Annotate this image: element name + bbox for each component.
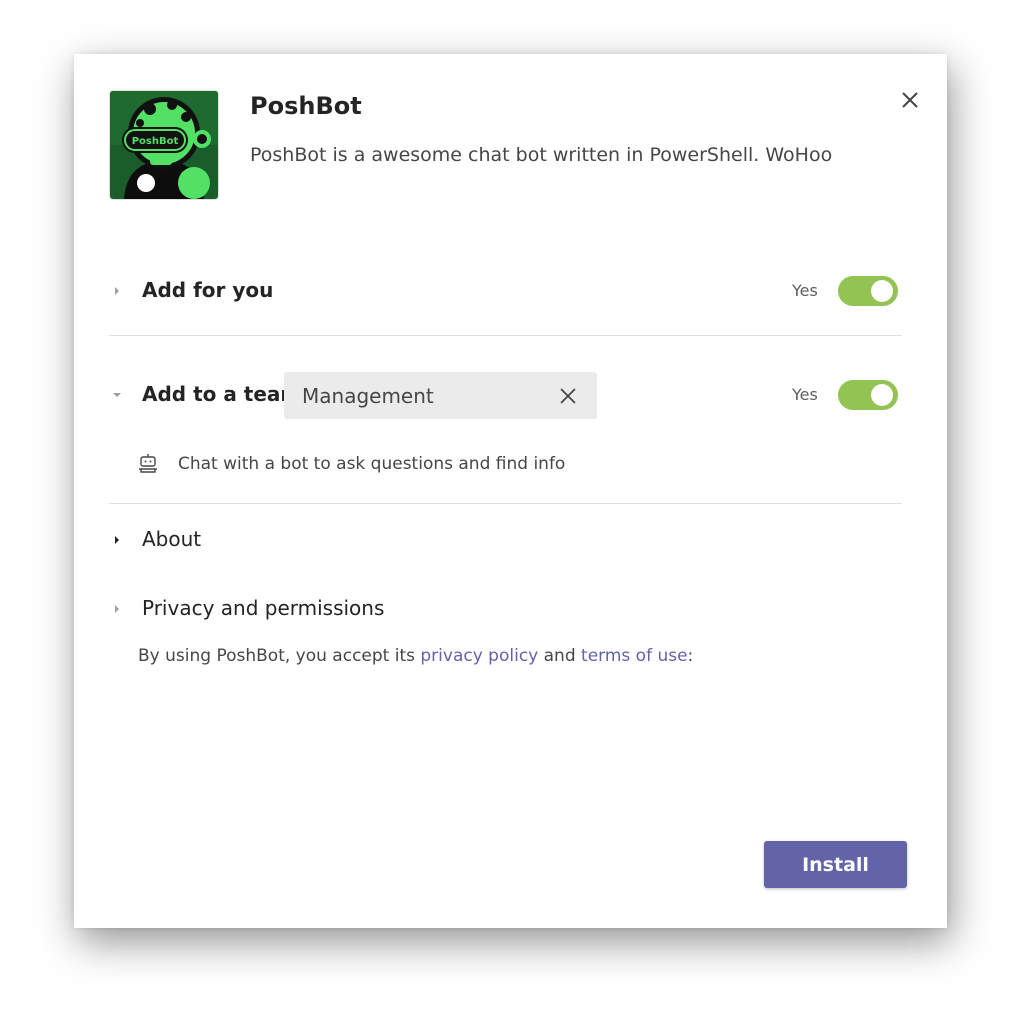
legal-prefix: By using PoshBot, you accept its [138,646,421,666]
add-for-you-label[interactable]: Add for you [142,278,273,302]
chevron-right-icon[interactable] [109,601,125,617]
privacy-policy-link[interactable]: privacy policy [420,646,538,666]
clear-team-icon[interactable] [557,385,579,407]
section-add-for-you: Add for you Yes [109,268,902,314]
team-info-text: Chat with a bot to ask questions and fin… [178,454,566,474]
robot-avatar-icon: PoshBot [110,91,218,199]
page: PoshBot PoshBot PoshBot is a awesome cha… [0,0,1024,1010]
legal-middle: and [538,646,582,666]
chevron-right-icon[interactable] [109,283,125,299]
toggle-knob [871,280,893,302]
add-to-team-label[interactable]: Add to a team [142,382,301,406]
chevron-down-icon[interactable] [109,387,125,403]
add-for-you-toggle[interactable] [838,276,898,306]
legal-suffix: : [687,646,694,666]
divider [109,335,902,336]
bot-icon [136,452,160,476]
divider [109,503,902,504]
install-button[interactable]: Install [764,841,907,888]
toggle-knob [871,384,893,406]
install-app-dialog: PoshBot PoshBot PoshBot is a awesome cha… [74,54,947,928]
app-title: PoshBot [250,92,362,120]
add-to-team-toggle-label: Yes [792,385,818,404]
app-description: PoshBot is a awesome chat bot written in… [250,144,833,166]
legal-text: By using PoshBot, you accept its privacy… [138,646,693,666]
selected-team: Management [302,384,434,408]
close-icon[interactable] [896,86,924,114]
terms-of-use-link[interactable]: terms of use [581,646,688,666]
logo-text: PoshBot [132,136,179,147]
add-for-you-toggle-label: Yes [792,281,818,300]
team-picker[interactable]: Management [284,372,597,419]
privacy-label[interactable]: Privacy and permissions [142,596,384,620]
add-to-team-toggle[interactable] [838,380,898,410]
about-label[interactable]: About [142,527,201,551]
section-add-to-team: Add to a team Management Yes [109,372,902,419]
section-about: About [109,517,902,563]
section-privacy: Privacy and permissions [109,586,902,632]
chevron-right-icon[interactable] [109,532,125,548]
